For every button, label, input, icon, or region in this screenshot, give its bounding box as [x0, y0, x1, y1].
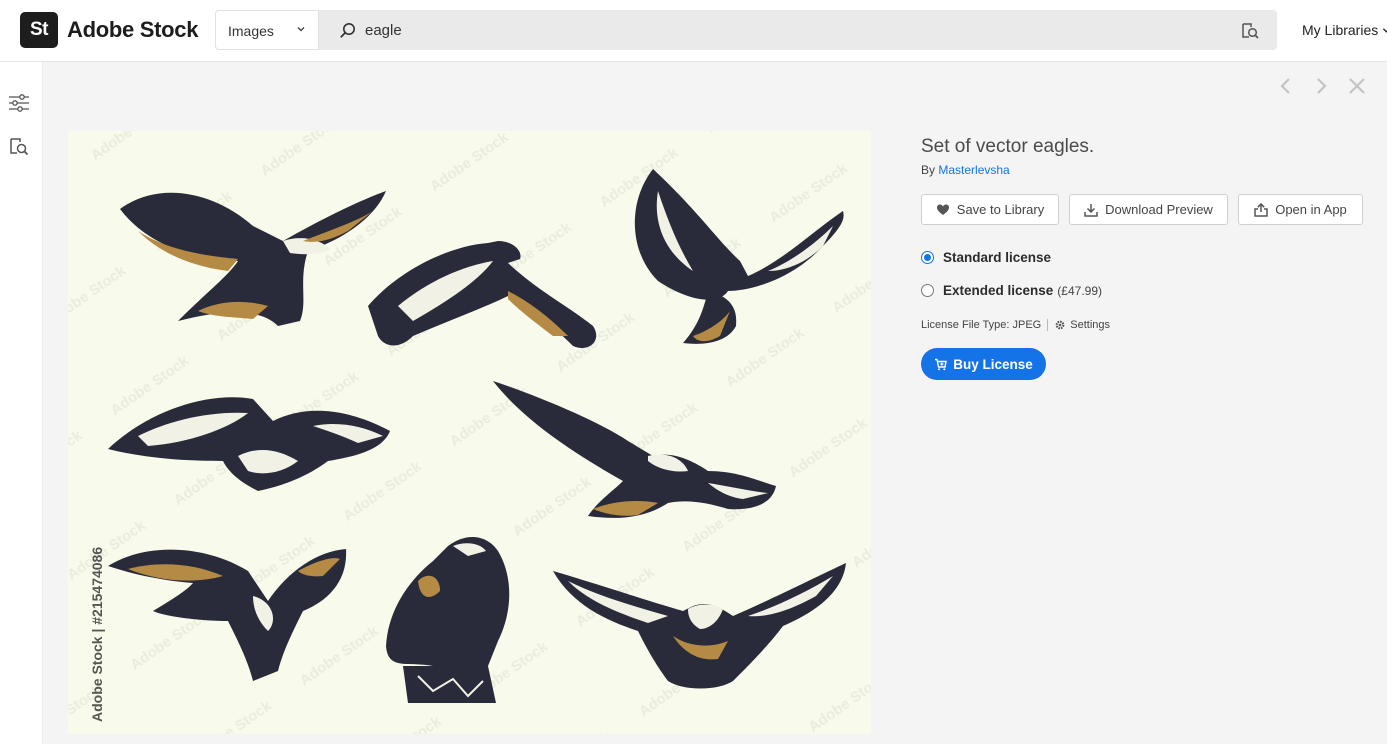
extended-license-label: Extended license [943, 283, 1054, 298]
left-rail [0, 62, 43, 744]
close-icon[interactable] [1347, 76, 1367, 96]
my-libraries-label: My Libraries [1302, 22, 1379, 38]
brand-name[interactable]: Adobe Stock [67, 17, 198, 43]
asset-preview-image[interactable]: Adobe Stock [68, 131, 871, 734]
search-icon [340, 23, 355, 38]
chevron-down-icon [297, 27, 305, 32]
stock-id-watermark: Adobe Stock | #215474086 [89, 546, 105, 722]
filters-icon[interactable] [8, 92, 30, 114]
share-icon [1254, 202, 1268, 217]
visual-search-icon[interactable] [1240, 22, 1260, 40]
download-label: Download Preview [1105, 202, 1213, 217]
previous-icon[interactable] [1276, 76, 1296, 96]
standard-license-label: Standard license [943, 250, 1052, 265]
open-label: Open in App [1275, 202, 1347, 217]
download-icon [1084, 203, 1098, 217]
cart-icon [935, 358, 948, 370]
settings-link[interactable]: Settings [1070, 319, 1110, 331]
asset-type-label: Images [228, 23, 274, 39]
file-type-label: License File Type: JPEG [921, 319, 1042, 331]
next-icon[interactable] [1311, 76, 1331, 96]
download-preview-button[interactable]: Download Preview [1069, 194, 1228, 225]
author-link[interactable]: Masterlevsha [938, 163, 1009, 177]
asset-title: Set of vector eagles. [921, 136, 1095, 157]
radio-extended[interactable] [921, 284, 934, 297]
search-input[interactable] [365, 10, 1225, 50]
open-in-app-button[interactable]: Open in App [1238, 194, 1363, 225]
buy-license-button[interactable]: Buy License [921, 348, 1046, 380]
divider [1047, 319, 1049, 331]
license-option-extended[interactable]: Extended license (£47.99) [921, 283, 1102, 298]
buy-label: Buy License [953, 356, 1033, 372]
eagle-illustration: Adobe Stock [68, 131, 871, 734]
top-header: St Adobe Stock Images My Libraries [0, 0, 1387, 62]
search-bar: Images [215, 10, 1277, 50]
heart-icon [936, 204, 949, 215]
radio-standard[interactable] [921, 251, 934, 264]
save-to-library-button[interactable]: Save to Library [921, 194, 1059, 225]
license-file-type: License File Type: JPEG Settings [921, 319, 1110, 331]
asset-type-select[interactable]: Images [215, 10, 319, 50]
license-option-standard[interactable]: Standard license [921, 250, 1051, 265]
gear-icon [1055, 320, 1065, 330]
author-byline: By Masterlevsha [921, 163, 1010, 177]
adobe-stock-logo[interactable]: St [20, 12, 58, 48]
extended-license-price: (£47.99) [1057, 283, 1102, 298]
by-label: By [921, 163, 936, 177]
my-libraries-menu[interactable]: My Libraries [1302, 22, 1387, 38]
chevron-down-icon [1383, 28, 1387, 33]
save-label: Save to Library [956, 202, 1045, 217]
visual-search-icon[interactable] [8, 136, 30, 158]
